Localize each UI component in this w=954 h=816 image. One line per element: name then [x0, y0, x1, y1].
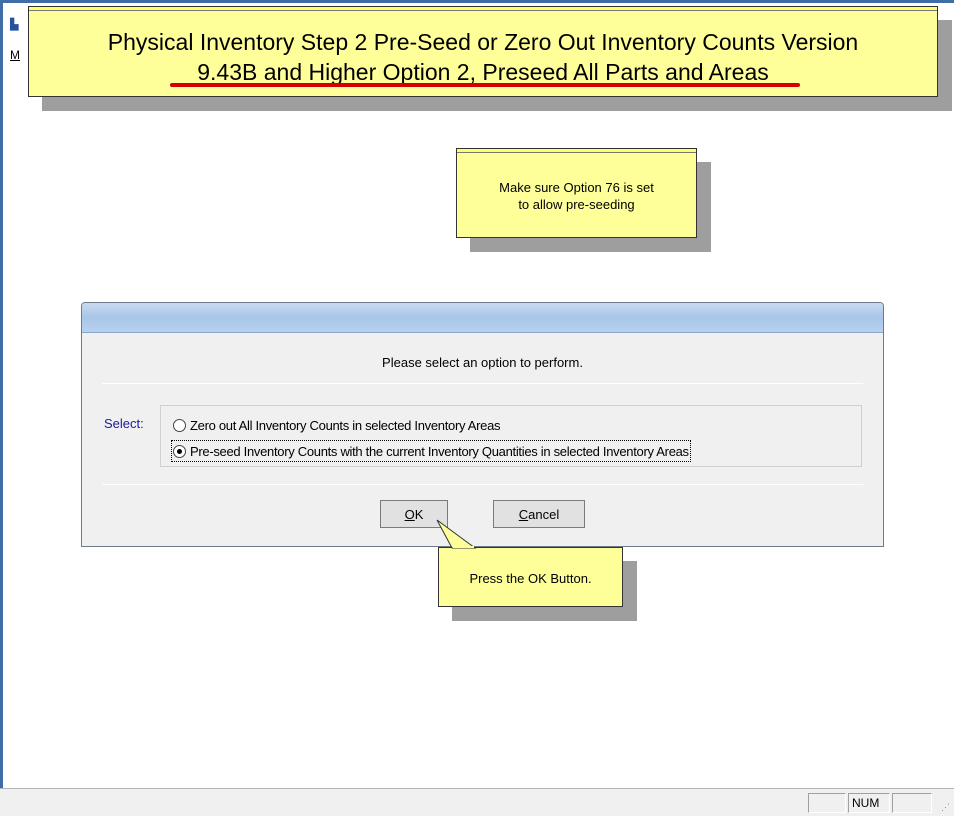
radio-option-zero-out[interactable]: Zero out All Inventory Counts in selecte… — [173, 416, 501, 434]
title-callout-text: Physical Inventory Step 2 Pre-Seed or Ze… — [29, 27, 937, 87]
ok-button-mnemonic: O — [404, 506, 415, 522]
dialog-separator-top — [102, 383, 863, 384]
status-cell-num: NUM — [848, 793, 890, 813]
window-left-border — [0, 0, 3, 816]
options-group: Zero out All Inventory Counts in selecte… — [160, 405, 862, 467]
status-bar: NUM ⋰ — [0, 788, 954, 816]
radio-option-preseed[interactable]: Pre-seed Inventory Counts with the curre… — [171, 440, 691, 462]
title-line-1: Physical Inventory Step 2 Pre-Seed or Ze… — [107, 29, 859, 55]
cancel-button-mnemonic: C — [518, 506, 529, 522]
note-line-2: to allow pre-seeding — [518, 197, 635, 212]
cancel-button[interactable]: Cancel — [493, 500, 585, 528]
app-window: ▙ M Physical Inventory Step 2 Pre-Seed o… — [0, 0, 954, 816]
cancel-button-label-rest: ancel — [528, 506, 560, 522]
radio-button-zero-out[interactable] — [173, 418, 186, 432]
press-ok-callout: Press the OK Button. — [438, 547, 623, 607]
press-ok-text: Press the OK Button. — [469, 571, 592, 586]
status-cell-3 — [892, 793, 932, 813]
app-icon[interactable]: ▙ — [10, 18, 22, 32]
ok-button[interactable]: OK — [380, 500, 448, 528]
resize-grip-icon[interactable]: ⋰ — [941, 802, 950, 813]
window-top-border — [0, 0, 954, 3]
dialog-prompt: Please select an option to perform. — [382, 355, 583, 370]
ok-button-label-rest: K — [414, 506, 424, 522]
dialog-titlebar[interactable] — [82, 303, 883, 333]
menu-item-m[interactable]: M — [10, 48, 20, 62]
radio-option-preseed-label[interactable]: Pre-seed Inventory Counts with the curre… — [190, 444, 689, 459]
radio-option-zero-out-label[interactable]: Zero out All Inventory Counts in selecte… — [190, 418, 501, 433]
callout-topbar — [29, 7, 937, 11]
status-cell-1 — [808, 793, 846, 813]
note-callout-text: Make sure Option 76 is set to allow pre-… — [457, 179, 696, 213]
title-red-underline — [170, 83, 800, 87]
radio-button-preseed[interactable] — [173, 444, 186, 458]
select-label: Select: — [104, 416, 144, 431]
dialog-separator-bottom — [102, 484, 863, 485]
note-callout: Make sure Option 76 is set to allow pre-… — [456, 148, 697, 238]
option-dialog: Please select an option to perform. Sele… — [81, 302, 884, 547]
note-line-1: Make sure Option 76 is set — [499, 180, 654, 195]
callout-topbar — [457, 149, 696, 153]
